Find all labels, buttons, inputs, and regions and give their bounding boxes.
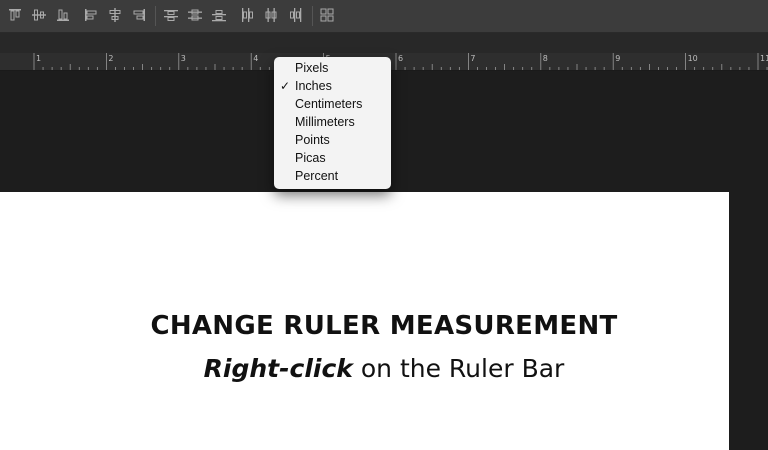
distribute-top-edges-icon[interactable] xyxy=(164,8,178,22)
check-icon: ✓ xyxy=(280,79,291,93)
menu-item-label: Centimeters xyxy=(295,97,363,111)
align-right-edges-icon[interactable] xyxy=(132,8,146,22)
headline-text: CHANGE RULER MEASUREMENT xyxy=(150,311,618,341)
ruler-label: 6 xyxy=(398,54,404,63)
subheadline-rest: on the Ruler Bar xyxy=(352,354,565,383)
menu-item-picas[interactable]: Picas xyxy=(274,149,391,167)
menu-item-percent[interactable]: Percent xyxy=(274,167,391,185)
distribute-bottom-edges-icon[interactable] xyxy=(212,8,226,22)
menu-item-millimeters[interactable]: Millimeters xyxy=(274,113,391,131)
ruler-units-context-menu: Pixels ✓ Inches Centimeters Millimeters P… xyxy=(274,57,391,189)
align-vertical-centers-icon[interactable] xyxy=(32,8,46,22)
distribute-left-edges-icon[interactable] xyxy=(240,8,254,22)
options-toolbar xyxy=(0,0,768,33)
menu-item-inches[interactable]: ✓ Inches xyxy=(274,77,391,95)
menu-item-label: Millimeters xyxy=(295,115,355,129)
menu-item-label: Picas xyxy=(295,151,326,165)
toolbar-separator xyxy=(312,6,313,26)
ruler-label: 4 xyxy=(253,54,259,63)
align-left-edges-icon[interactable] xyxy=(84,8,98,22)
ruler-label: 9 xyxy=(615,54,621,63)
ruler-label: 10 xyxy=(687,54,698,63)
menu-item-centimeters[interactable]: Centimeters xyxy=(274,95,391,113)
menu-item-label: Points xyxy=(295,133,330,147)
align-horizontal-centers-icon[interactable] xyxy=(108,8,122,22)
ruler-label: 3 xyxy=(180,54,186,63)
menu-item-pixels[interactable]: Pixels xyxy=(274,59,391,77)
ruler-label: 1 xyxy=(36,54,42,63)
distribute-horizontal-centers-icon[interactable] xyxy=(264,8,278,22)
emphasis-text: Right-click xyxy=(203,354,353,383)
align-bottom-edges-icon[interactable] xyxy=(56,8,70,22)
ruler-label: 8 xyxy=(542,54,548,63)
menu-item-points[interactable]: Points xyxy=(274,131,391,149)
distribute-vertical-centers-icon[interactable] xyxy=(188,8,202,22)
panel-gap xyxy=(0,33,768,53)
auto-align-layers-icon[interactable] xyxy=(320,8,334,22)
ruler-label: 11 xyxy=(760,54,768,63)
subheadline-text: Right-click on the Ruler Bar xyxy=(0,354,768,383)
toolbar-separator xyxy=(155,6,156,26)
ruler-label: 2 xyxy=(108,54,114,63)
menu-item-label: Pixels xyxy=(295,61,329,75)
menu-item-label: Percent xyxy=(295,169,339,183)
menu-item-label: Inches xyxy=(295,79,332,93)
distribute-right-edges-icon[interactable] xyxy=(288,8,302,22)
ruler-label: 7 xyxy=(470,54,476,63)
align-top-edges-icon[interactable] xyxy=(8,8,22,22)
